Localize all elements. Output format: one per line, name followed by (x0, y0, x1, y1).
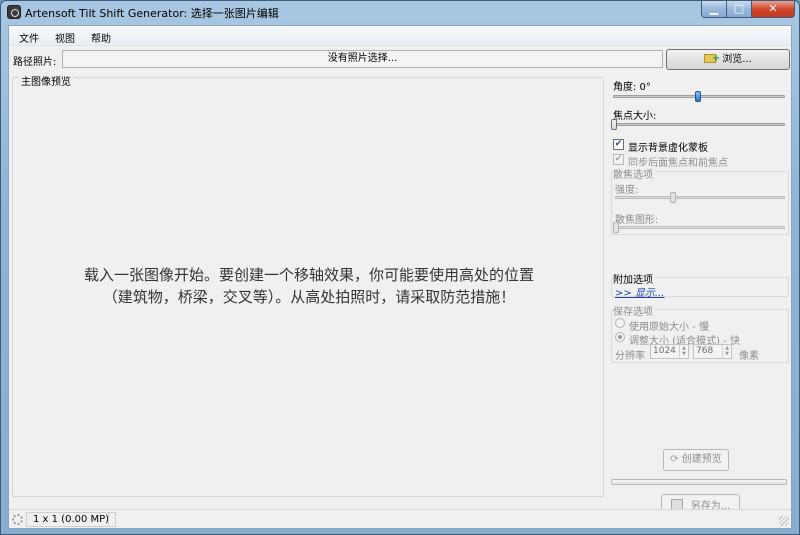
minimize-button[interactable]: ▁ (701, 1, 727, 18)
strength-slider[interactable] (615, 196, 785, 199)
save-options-title: 保存选项 (613, 303, 655, 318)
focus-size-slider[interactable] (613, 123, 785, 126)
height-spinner[interactable]: 768 ▲ ▼ (693, 344, 732, 359)
resize-grip[interactable] (779, 516, 789, 526)
preview-title: 主图像预览 (19, 73, 73, 88)
create-preview-button[interactable]: ⟳ 创建预览 (663, 449, 729, 471)
preview-message-line2: （建筑物，桥梁，交叉等）。从高处拍照时，请采取防范措施！ (102, 288, 516, 306)
progress-bar (611, 479, 787, 485)
resolution-label: 分辨率 (615, 351, 645, 362)
original-size-label: 使用原始大小 - 慢 (629, 322, 709, 333)
path-row: 路径照片: 没有照片选择... 浏览... (9, 47, 791, 71)
width-value: 1024 (653, 346, 676, 356)
app-icon[interactable] (7, 5, 21, 19)
height-value: 768 (696, 346, 714, 356)
pixel-unit-label: 像素 (739, 351, 759, 362)
status-bar: 1 x 1 (0.00 MP) (9, 509, 791, 528)
create-preview-label: 创建预览 (681, 454, 722, 465)
blur-shape-slider-thumb[interactable] (613, 222, 619, 233)
preview-message: 载入一张图像开始。要创建一个移轴效果，你可能要使用高处的位置 （建筑物，桥梁，交… (13, 264, 605, 308)
strength-slider-thumb[interactable] (670, 192, 676, 203)
menu-file[interactable]: 文件 (19, 30, 39, 45)
sync-focus-checkbox[interactable]: ✔ (613, 154, 624, 165)
refresh-icon: ⟳ (670, 454, 679, 465)
path-field[interactable]: 没有照片选择... (62, 50, 663, 68)
browse-label: 浏览... (722, 54, 752, 65)
preview-group[interactable]: 主图像预览 载入一张图像开始。要创建一个移轴效果，你可能要使用高处的位置 （建筑… (12, 73, 605, 497)
original-size-radio[interactable] (615, 318, 625, 328)
width-spinner-arrows-icon[interactable]: ▲ ▼ (679, 345, 688, 358)
show-extra-link[interactable]: >> 显示... (615, 284, 664, 299)
angle-label: 角度: 0° (613, 82, 651, 93)
close-button[interactable]: ✕ (752, 1, 795, 18)
app-window: Artensoft Tilt Shift Generator: 选择一张图片编辑… (0, 0, 800, 535)
browse-button[interactable]: 浏览... (666, 49, 790, 70)
show-mask-label: 显示背景虚化蒙板 (628, 143, 708, 154)
loading-icon (12, 514, 23, 525)
menu-help[interactable]: 帮助 (91, 30, 111, 45)
status-image-size: 1 x 1 (0.00 MP) (26, 512, 117, 527)
angle-slider-thumb[interactable] (695, 91, 701, 102)
focus-size-label: 焦点大小: (613, 111, 657, 122)
width-spinner[interactable]: 1024 ▲ ▼ (650, 344, 689, 359)
focus-size-slider-thumb[interactable] (611, 119, 617, 130)
show-mask-checkbox[interactable]: ✔ (613, 139, 624, 150)
preview-message-line1: 载入一张图像开始。要创建一个移轴效果，你可能要使用高处的位置 (83, 266, 534, 284)
strength-label: 强度: (615, 185, 639, 196)
path-label: 路径照片: (13, 57, 57, 68)
window-controls: ▁ □ ✕ (701, 1, 795, 19)
menu-view[interactable]: 视图 (55, 30, 75, 45)
maximize-button[interactable]: □ (727, 1, 752, 18)
title-bar[interactable]: Artensoft Tilt Shift Generator: 选择一张图片编辑… (1, 1, 799, 23)
blur-options-title: 散焦选项 (613, 166, 655, 181)
status-separator (108, 512, 110, 527)
menu-bar: 文件 视图 帮助 (9, 26, 791, 46)
client-area: 文件 视图 帮助 路径照片: 没有照片选择... 浏览... 主图像预览 载入一… (8, 25, 792, 529)
resize-radio[interactable] (615, 332, 625, 342)
blur-shape-slider[interactable] (615, 226, 785, 229)
folder-add-icon (704, 49, 720, 68)
blur-shape-label: 散焦图形: (615, 215, 659, 226)
window-title: Artensoft Tilt Shift Generator: 选择一张图片编辑 (25, 7, 279, 20)
height-spinner-arrows-icon[interactable]: ▲ ▼ (722, 345, 731, 358)
